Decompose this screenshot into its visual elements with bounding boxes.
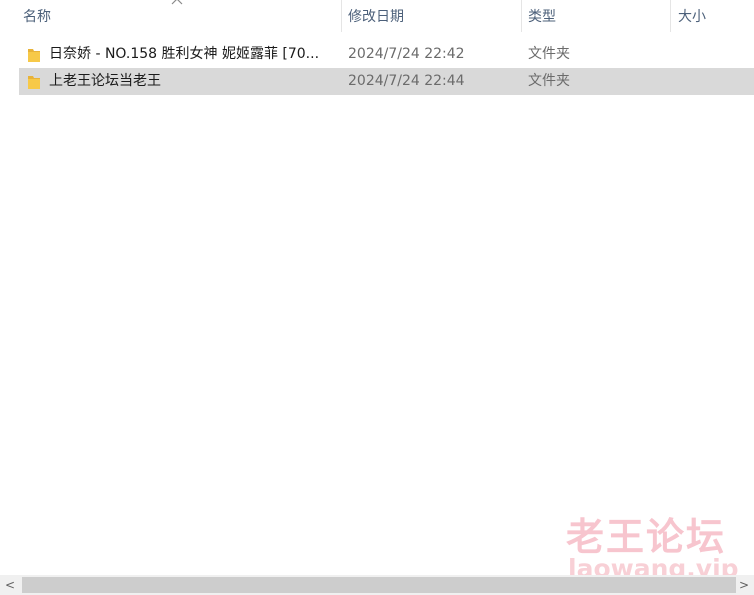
scrollbar-thumb[interactable]	[22, 577, 736, 593]
file-name: 日奈娇 - NO.158 胜利女神 妮姬露菲 [70...	[49, 46, 320, 62]
column-header-date-modified[interactable]: 修改日期	[342, 0, 520, 34]
file-date-modified: 2024/7/24 22:42	[348, 46, 465, 62]
folder-icon	[28, 76, 40, 89]
sort-ascending-icon	[171, 0, 183, 5]
column-divider[interactable]	[670, 0, 671, 32]
scroll-left-icon[interactable]: <	[0, 575, 20, 595]
column-header-size[interactable]: 大小	[672, 0, 754, 34]
file-name: 上老王论坛当老王	[49, 73, 161, 89]
file-date-modified: 2024/7/24 22:44	[348, 73, 465, 89]
file-explorer-view: 名称 修改日期 类型 大小 日奈娇 - NO.158 胜利女神 妮姬露菲 [70…	[0, 0, 754, 595]
file-row-selected[interactable]: 上老王论坛当老王 2024/7/24 22:44 文件夹	[19, 68, 754, 95]
scroll-right-icon[interactable]: >	[734, 575, 754, 595]
file-type: 文件夹	[528, 46, 570, 62]
watermark-title: 老王论坛	[566, 515, 727, 559]
column-header-type[interactable]: 类型	[522, 0, 669, 34]
horizontal-scrollbar[interactable]: < >	[0, 575, 754, 595]
file-row[interactable]: 日奈娇 - NO.158 胜利女神 妮姬露菲 [70... 2024/7/24 …	[19, 41, 754, 68]
file-type: 文件夹	[528, 73, 570, 89]
column-header-bar: 名称 修改日期 类型 大小	[0, 0, 754, 34]
folder-icon	[28, 49, 40, 62]
